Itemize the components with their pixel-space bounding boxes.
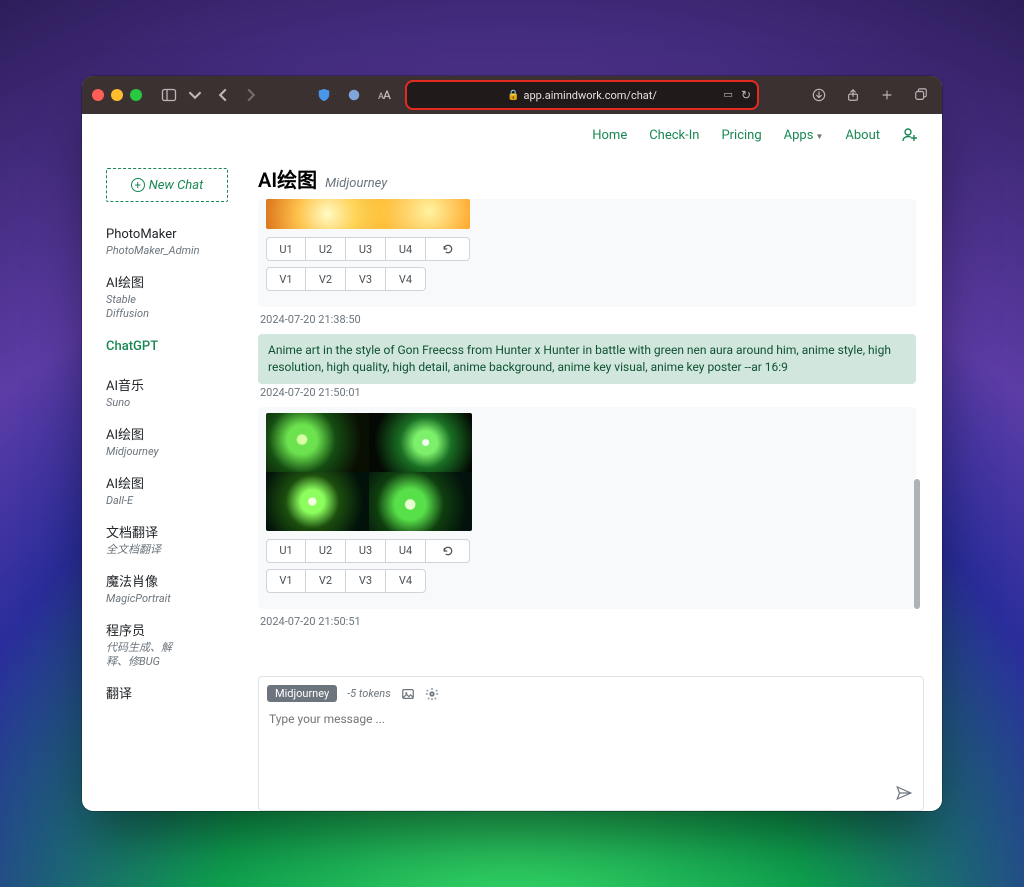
grid-cell-1[interactable] [266, 413, 369, 472]
scrollbar-thumb[interactable] [914, 479, 920, 609]
chevron-down-icon: ▼ [815, 132, 823, 141]
reroll-button[interactable] [426, 237, 470, 261]
u3-button[interactable]: U3 [346, 539, 386, 563]
reader-icon[interactable]: ▭ [724, 90, 733, 101]
nav-checkin[interactable]: Check-In [649, 128, 699, 143]
v2-button[interactable]: V2 [306, 569, 346, 593]
tabs-icon[interactable] [910, 84, 932, 106]
sidebar-item-programmer[interactable]: 程序员 代码生成、解 释、修BUG [106, 617, 228, 680]
user-add-icon[interactable] [902, 127, 918, 143]
sidebar-item-photomaker[interactable]: PhotoMaker PhotoMaker_Admin [106, 220, 228, 269]
sidebar-item-translate[interactable]: 翻译 [106, 680, 228, 720]
thread[interactable]: U1 U2 U3 U4 V1 V2 V3 [258, 199, 924, 670]
browser-window: ᴀA 🔒 app.aimindwork.com/chat/ ▭ ↻ Home C… [82, 76, 942, 811]
upscale-row: U1 U2 U3 U4 [266, 539, 908, 563]
u4-button[interactable]: U4 [386, 237, 426, 261]
nav-apps[interactable]: Apps▼ [784, 128, 824, 143]
share-icon[interactable] [842, 84, 864, 106]
lock-icon: 🔒 [507, 90, 519, 101]
new-tab-icon[interactable] [876, 84, 898, 106]
close-window[interactable] [92, 89, 104, 101]
v3-button[interactable]: V3 [346, 267, 386, 291]
sidebar-item-chatgpt[interactable]: ChatGPT [106, 332, 228, 372]
new-chat-button[interactable]: + New Chat [106, 168, 228, 202]
page-title: AI绘图 Midjourney [258, 164, 924, 199]
timestamp: 2024-07-20 21:50:51 [260, 615, 914, 628]
refresh-icon[interactable]: ↻ [741, 88, 751, 102]
nav-about[interactable]: About [845, 128, 880, 143]
v1-button[interactable]: V1 [266, 569, 306, 593]
redo-icon [442, 545, 454, 557]
text-size-icon[interactable]: ᴀA [373, 84, 395, 106]
u1-button[interactable]: U1 [266, 237, 306, 261]
v1-button[interactable]: V1 [266, 267, 306, 291]
result-block: U1 U2 U3 U4 V1 V2 V3 [258, 407, 916, 609]
v3-button[interactable]: V3 [346, 569, 386, 593]
image-attach-icon[interactable] [401, 687, 415, 701]
settings-icon[interactable] [425, 687, 439, 701]
sidebar: + New Chat PhotoMaker PhotoMaker_Admin A… [82, 156, 240, 811]
sidebar-item-music[interactable]: AI音乐 Suno [106, 372, 228, 421]
sidebar-toggle-icon[interactable] [158, 84, 180, 106]
traffic-lights[interactable] [92, 89, 142, 101]
variation-row: V1 V2 V3 V4 [266, 569, 908, 593]
privacy-icon[interactable] [343, 84, 365, 106]
back-button[interactable] [212, 84, 234, 106]
url-bar[interactable]: 🔒 app.aimindwork.com/chat/ ▭ ↻ [407, 82, 757, 108]
timestamp: 2024-07-20 21:50:01 [260, 386, 914, 399]
message-input[interactable] [267, 710, 915, 802]
shield-icon[interactable] [313, 84, 335, 106]
sidebar-item-magicportrait[interactable]: 魔法肖像 MagicPortrait [106, 568, 228, 617]
thread-scroll: U1 U2 U3 U4 V1 V2 V3 [258, 199, 924, 670]
v4-button[interactable]: V4 [386, 569, 426, 593]
sidebar-item-doc-translate[interactable]: 文档翻译 全文档翻译 [106, 519, 228, 568]
titlebar: ᴀA 🔒 app.aimindwork.com/chat/ ▭ ↻ [82, 76, 942, 114]
u3-button[interactable]: U3 [346, 237, 386, 261]
app-frame: Home Check-In Pricing Apps▼ About + New … [82, 114, 942, 811]
result-image-grid[interactable] [266, 413, 472, 531]
grid-cell-3[interactable] [266, 472, 369, 531]
u2-button[interactable]: U2 [306, 237, 346, 261]
v4-button[interactable]: V4 [386, 267, 426, 291]
u1-button[interactable]: U1 [266, 539, 306, 563]
sidebar-item-sd[interactable]: AI绘图 Stable Diffusion [106, 269, 228, 332]
downloads-icon[interactable] [808, 84, 830, 106]
u4-button[interactable]: U4 [386, 539, 426, 563]
chevron-down-icon[interactable] [184, 84, 206, 106]
token-cost: -5 tokens [347, 687, 390, 700]
grid-cell-4[interactable] [369, 472, 472, 531]
zoom-window[interactable] [130, 89, 142, 101]
result-image-preview[interactable] [266, 199, 470, 229]
url-text: app.aimindwork.com/chat/ [524, 89, 657, 102]
forward-button[interactable] [240, 84, 262, 106]
minimize-window[interactable] [111, 89, 123, 101]
nav-pricing[interactable]: Pricing [721, 128, 761, 143]
main-area: AI绘图 Midjourney U1 U2 U3 U4 [240, 156, 942, 811]
grid-cell-2[interactable] [369, 413, 472, 472]
timestamp: 2024-07-20 21:38:50 [260, 313, 914, 326]
u2-button[interactable]: U2 [306, 539, 346, 563]
model-badge[interactable]: Midjourney [267, 685, 337, 702]
reroll-button[interactable] [426, 539, 470, 563]
plus-icon: + [131, 178, 145, 192]
composer: Midjourney -5 tokens [258, 676, 924, 811]
result-block: U1 U2 U3 U4 V1 V2 V3 [258, 199, 916, 307]
top-nav: Home Check-In Pricing Apps▼ About [82, 114, 942, 156]
user-prompt: Anime art in the style of Gon Freecss fr… [258, 334, 916, 384]
nav-home[interactable]: Home [592, 128, 627, 143]
variation-row: V1 V2 V3 V4 [266, 267, 908, 291]
send-icon[interactable] [895, 784, 913, 802]
redo-icon [442, 243, 454, 255]
sidebar-item-dalle[interactable]: AI绘图 Dall-E [106, 470, 228, 519]
v2-button[interactable]: V2 [306, 267, 346, 291]
upscale-row: U1 U2 U3 U4 [266, 237, 908, 261]
sidebar-item-midjourney[interactable]: AI绘图 Midjourney [106, 421, 228, 470]
